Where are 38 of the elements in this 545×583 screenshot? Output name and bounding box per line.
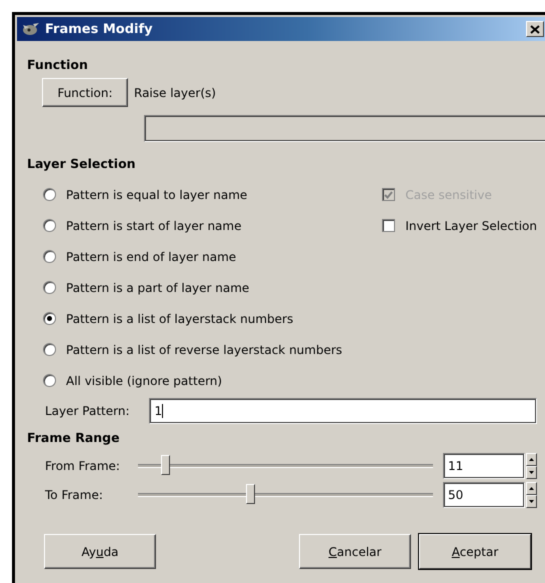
radio-label: Pattern is a part of layer name [66, 280, 250, 294]
frame-number-field[interactable]: 11 [443, 453, 525, 479]
spin-buttons[interactable] [526, 482, 537, 508]
checkbox[interactable] [382, 219, 396, 232]
spin-buttons[interactable] [526, 453, 537, 479]
checkbox-label: Invert Layer Selection [405, 218, 537, 232]
slider-thumb[interactable] [246, 484, 256, 504]
radio-label: Pattern is equal to layer name [66, 188, 248, 202]
radio-button[interactable] [43, 188, 56, 201]
radio-label: Pattern is end of layer name [66, 250, 236, 264]
radio-button[interactable] [43, 281, 56, 294]
function-value: Raise layer(s) [134, 86, 216, 100]
layer-pattern-field[interactable]: 1 [149, 398, 537, 424]
gimp-logo-icon [21, 22, 41, 36]
radio-button[interactable] [43, 250, 56, 263]
radio-button[interactable] [43, 219, 56, 232]
close-icon [530, 24, 540, 34]
slider-thumb[interactable] [160, 455, 170, 475]
radio-button[interactable] [43, 312, 56, 325]
frame-number-field[interactable]: 50 [443, 482, 525, 508]
section-heading: Layer Selection [27, 156, 137, 171]
field-label: Layer Pattern: [45, 404, 130, 418]
radio-button[interactable] [43, 343, 56, 356]
section-heading: Function [27, 57, 89, 72]
close-button[interactable] [526, 21, 544, 37]
radio-label: All visible (ignore pattern) [66, 374, 222, 388]
slider-label: To Frame: [45, 488, 104, 502]
radio-label: Pattern is a list of layerstack numbers [66, 312, 294, 326]
window-title: Frames Modify [45, 22, 154, 36]
radio-button[interactable] [43, 374, 56, 387]
dialog-button[interactable]: Ayuda [44, 534, 156, 569]
section-heading: Frame Range [27, 430, 121, 445]
function-button[interactable]: Function: [42, 78, 128, 107]
radio-label: Pattern is start of layer name [66, 218, 242, 232]
dialog-button[interactable]: Cancelar [299, 534, 411, 569]
radio-label: Pattern is a list of reverse layerstack numbers [66, 342, 342, 356]
slider-label: From Frame: [45, 459, 121, 473]
dialog-button[interactable]: Aceptar [419, 534, 531, 569]
